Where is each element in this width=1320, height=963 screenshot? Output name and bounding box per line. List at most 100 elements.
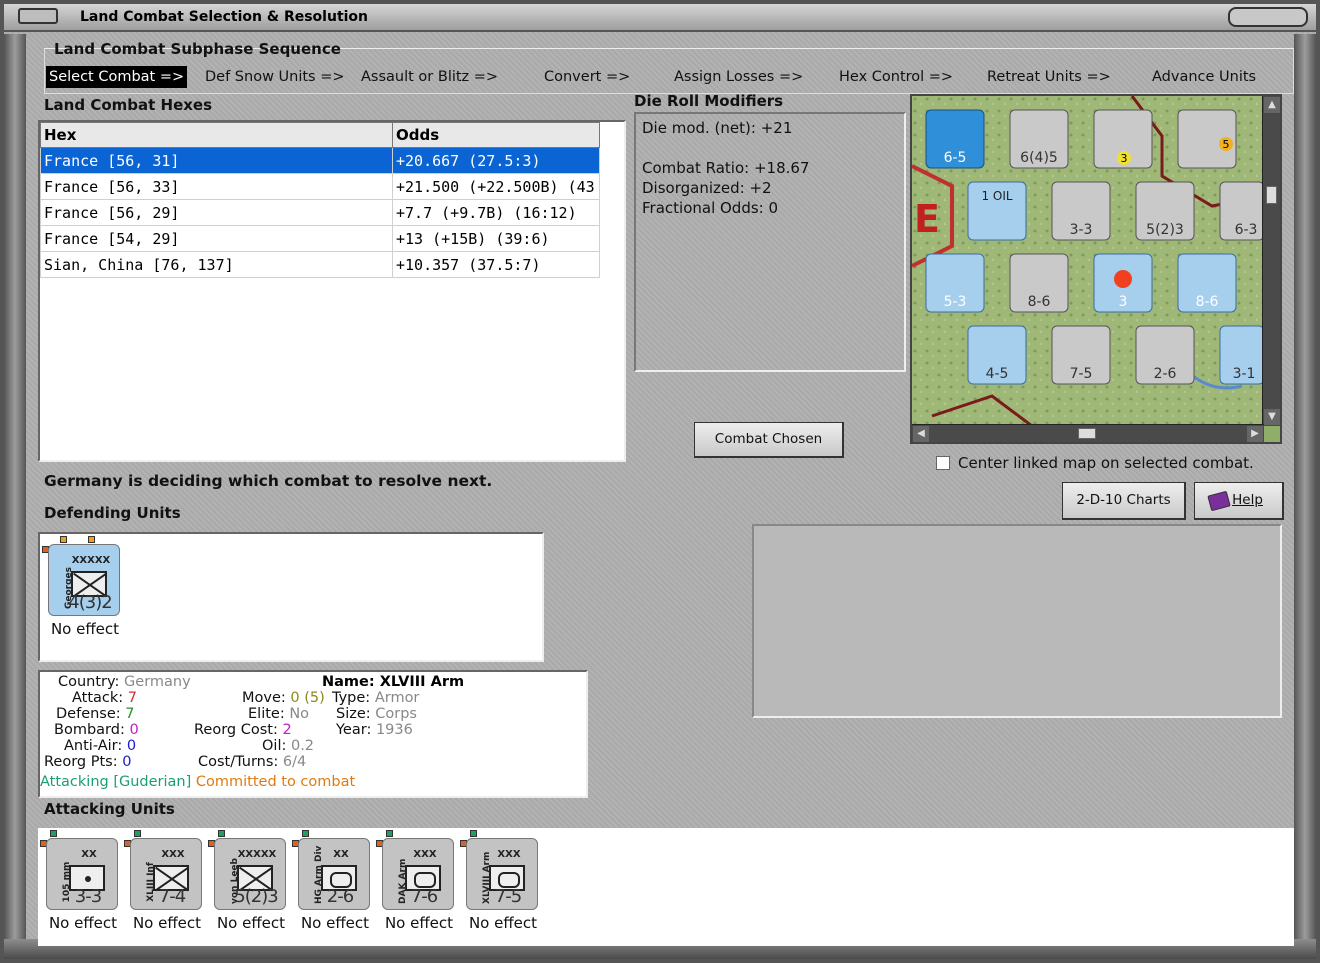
linked-map[interactable]: E 6-5 6(4)5 3 5 1 OIL 3-3 5(2)3 6-3 5-3 …: [910, 94, 1282, 444]
unit-effect: No effect: [216, 914, 286, 932]
scroll-down-icon[interactable]: ▼: [1264, 409, 1280, 425]
window-controls-icon[interactable]: [1228, 7, 1308, 27]
map-counter[interactable]: 5: [1177, 109, 1237, 169]
sequence-step: Retreat Units =>: [987, 69, 1111, 85]
map-counter[interactable]: 7-5: [1051, 325, 1111, 385]
map-counter[interactable]: 8-6: [1009, 253, 1069, 313]
unit-strength: 5(2)3: [234, 886, 278, 907]
table-row[interactable]: France [56, 33] +21.500 (+22.500B) (43: [40, 173, 600, 200]
map-counter[interactable]: 3: [1093, 109, 1153, 169]
map-counter[interactable]: 3: [1093, 253, 1153, 313]
attacking-units-box: XX 105 mm 3-3 No effect XXX XLIII Inf 7-…: [38, 828, 1294, 946]
unit-effect: No effect: [50, 620, 120, 638]
main-panel: Land Combat Subphase Sequence Select Com…: [34, 36, 1296, 948]
help-book-icon: [1207, 490, 1231, 512]
map-vertical-scrollbar[interactable]: ▲ ▼: [1262, 96, 1280, 426]
center-map-option[interactable]: Center linked map on selected combat.: [936, 454, 1254, 472]
left-frame-rail: [4, 34, 26, 939]
die-roll-spacer: [642, 138, 898, 158]
title-bar[interactable]: Land Combat Selection & Resolution: [4, 4, 1316, 32]
unit-effect: No effect: [468, 914, 538, 932]
die-roll-title: Die Roll Modifiers: [634, 92, 784, 110]
map-counter[interactable]: 4-5: [967, 325, 1027, 385]
map-counter[interactable]: 5(2)3: [1135, 181, 1195, 241]
unit-counter[interactable]: XXXXX von Leeb 5(2)3: [214, 838, 286, 910]
unit-counter[interactable]: XXX XLVIII Arm 7-5: [466, 838, 538, 910]
unit-marker: [470, 830, 477, 837]
hex-cell: France [56, 29]: [40, 199, 393, 226]
map-counter[interactable]: 6-3: [1219, 181, 1264, 241]
help-button[interactable]: Help: [1194, 482, 1284, 520]
map-counter[interactable]: 8-6: [1177, 253, 1237, 313]
svg-text:3-3: 3-3: [1070, 222, 1093, 238]
antiair-row: Anti-Air: 0: [64, 738, 137, 754]
svg-text:6(4)5: 6(4)5: [1020, 150, 1058, 166]
name-row: Name: XLVIII Arm: [322, 674, 465, 690]
svg-text:3-1: 3-1: [1233, 366, 1256, 382]
unit-counter[interactable]: XXX DAK Arm 7-6: [382, 838, 454, 910]
scroll-up-icon[interactable]: ▲: [1264, 97, 1280, 113]
map-vscroll-thumb[interactable]: [1266, 186, 1277, 204]
unit-counter[interactable]: XX HG Arm Div 2-6: [298, 838, 370, 910]
defending-units-box: XXXXX Georges 4(3)2 No effect: [38, 532, 544, 662]
combat-chosen-button[interactable]: Combat Chosen: [694, 422, 844, 458]
unit-marker: [88, 536, 95, 543]
unit-size: XXX: [413, 849, 437, 860]
map-counter[interactable]: 3-1: [1219, 325, 1264, 385]
year-row: Year: 1936: [336, 722, 413, 738]
unit-marker: [386, 830, 393, 837]
unit-effect: No effect: [48, 914, 118, 932]
hex-cell: France [56, 33]: [40, 173, 393, 200]
hex-cell: France [56, 31]: [40, 147, 393, 174]
costturns-row: Cost/Turns: 6/4: [198, 754, 307, 770]
center-map-label: Center linked map on selected combat.: [958, 454, 1254, 472]
column-header-odds[interactable]: Odds: [392, 122, 600, 148]
table-row[interactable]: France [54, 29] +13 (+15B) (39:6): [40, 225, 600, 252]
status-message: Germany is deciding which combat to reso…: [44, 472, 493, 490]
unit-size: XX: [333, 849, 349, 860]
table-row[interactable]: France [56, 31] +20.667 (27.5:3): [40, 147, 600, 174]
size-row: Size: Corps: [336, 706, 417, 722]
table-row[interactable]: France [56, 29] +7.7 (+9.7B) (16:12): [40, 199, 600, 226]
map-counter[interactable]: 1 OIL: [967, 181, 1027, 241]
hex-cell: Sian, China [76, 137]: [40, 251, 393, 278]
sequence-step: Def Snow Units =>: [205, 69, 345, 85]
unit-counter[interactable]: XXX XLIII Inf 7-4: [130, 838, 202, 910]
unit-strength: 7-5: [494, 886, 522, 907]
right-frame-rail: [1294, 34, 1316, 939]
die-roll-line: Die mod. (net): +21: [642, 119, 793, 137]
column-header-hex[interactable]: Hex: [40, 122, 393, 148]
map-hscroll-thumb[interactable]: [1078, 428, 1096, 439]
table-row[interactable]: Sian, China [76, 137] +10.357 (37.5:7): [40, 251, 600, 278]
scroll-left-icon[interactable]: ◀: [913, 426, 929, 442]
unit-counter[interactable]: XX 105 mm 3-3: [46, 838, 118, 910]
map-horizontal-scrollbar[interactable]: ◀ ▶: [912, 424, 1264, 442]
die-roll-line: Fractional Odds: 0: [642, 199, 779, 217]
center-map-checkbox[interactable]: [936, 456, 950, 470]
svg-text:8-6: 8-6: [1196, 294, 1219, 310]
unit-marker: [50, 830, 57, 837]
window-menu-icon[interactable]: [18, 8, 58, 24]
charts-button[interactable]: 2-D-10 Charts: [1062, 482, 1186, 520]
odds-cell: +13 (+15B) (39:6): [392, 225, 600, 252]
unit-counter[interactable]: XXXXX Georges 4(3)2: [48, 544, 120, 616]
svg-text:4-5: 4-5: [986, 366, 1009, 382]
country-row: Country: Germany: [58, 674, 191, 690]
map-counter[interactable]: 2-6: [1135, 325, 1195, 385]
die-roll-box: Die mod. (net): +21 Combat Ratio: +18.67…: [634, 112, 906, 372]
attack-row: Attack: 7: [72, 690, 138, 706]
svg-text:3: 3: [1121, 152, 1128, 165]
map-view[interactable]: E 6-5 6(4)5 3 5 1 OIL 3-3 5(2)3 6-3 5-3 …: [912, 96, 1264, 426]
sequence-step: Hex Control =>: [839, 69, 954, 85]
map-counter[interactable]: 6(4)5: [1009, 109, 1069, 169]
svg-text:5(2)3: 5(2)3: [1146, 222, 1184, 238]
hexes-table: Hex Odds France [56, 31] +20.667 (27.5:3…: [40, 122, 600, 278]
map-counter[interactable]: 3-3: [1051, 181, 1111, 241]
map-counter[interactable]: 6-5: [925, 109, 985, 169]
scroll-right-icon[interactable]: ▶: [1247, 426, 1263, 442]
reorgpts-row: Reorg Pts: 0: [44, 754, 132, 770]
map-counter[interactable]: 5-3: [925, 253, 985, 313]
unit-size: XXXXX: [71, 555, 111, 566]
defense-row: Defense: 7: [56, 706, 135, 722]
bombard-row: Bombard: 0: [54, 722, 139, 738]
